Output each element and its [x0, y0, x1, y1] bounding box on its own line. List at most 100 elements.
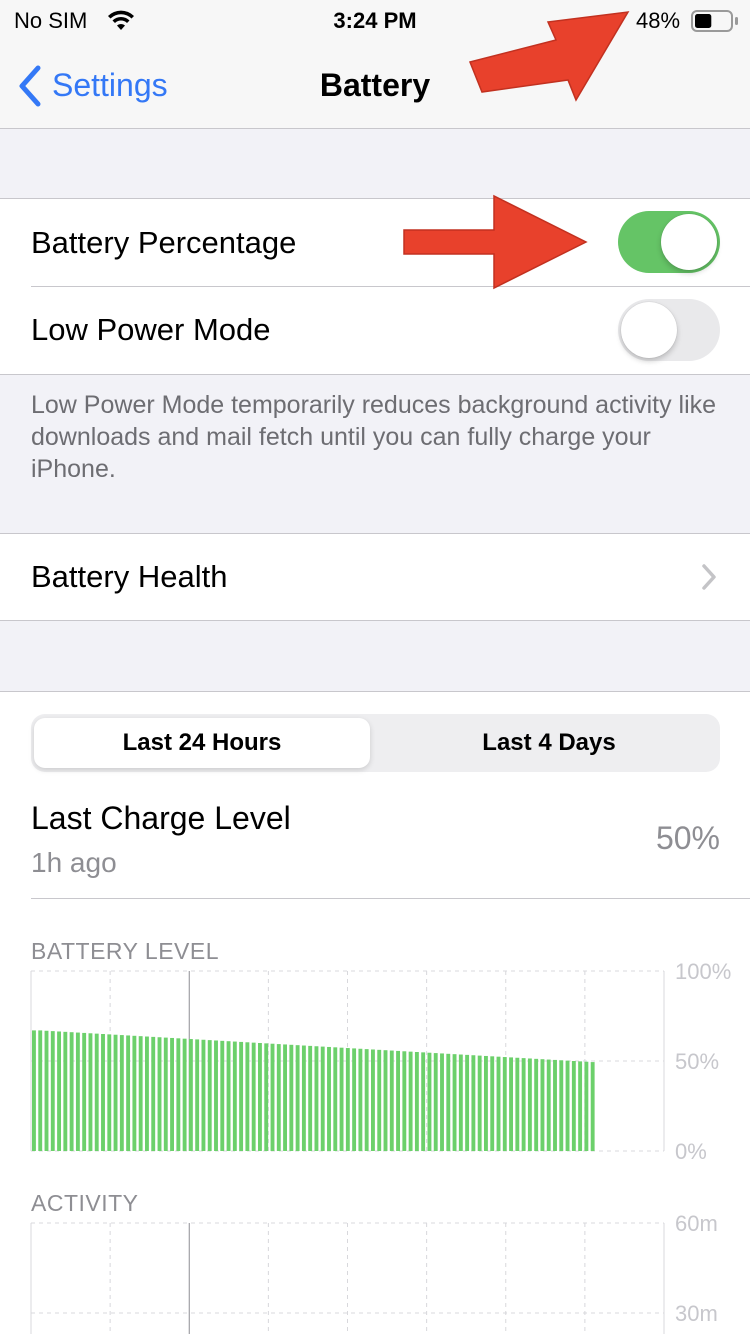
battery-level-bar	[333, 1047, 338, 1151]
battery-settings-group: Battery Percentage Low Power Mode	[0, 198, 750, 375]
battery-level-bar	[509, 1057, 513, 1151]
battery-level-bar	[383, 1050, 388, 1151]
battery-level-bar	[232, 1041, 237, 1151]
tab-last-24-hours[interactable]: Last 24 Hours	[34, 718, 370, 768]
battery-level-bar	[239, 1041, 244, 1151]
battery-level-bar	[440, 1053, 444, 1151]
battery-level-bar	[201, 1039, 206, 1151]
toggle-knob	[621, 302, 677, 358]
battery-level-bar	[101, 1034, 105, 1151]
activity-chart: 60m 30m	[30, 1211, 718, 1334]
battery-level-bar	[75, 1032, 80, 1151]
battery-level-bar	[157, 1037, 162, 1151]
battery-level-bar	[226, 1041, 231, 1151]
last-charge-value: 50%	[655, 820, 720, 856]
battery-level-bar	[339, 1047, 344, 1151]
battery-level-bar	[515, 1057, 520, 1151]
battery-level-bar	[584, 1061, 589, 1151]
battery-level-bar	[371, 1049, 375, 1151]
battery-percent-label: 48%	[636, 8, 681, 33]
battery-level-bar	[427, 1052, 432, 1151]
battery-level-chart: 100% 50% 0%	[30, 960, 731, 1164]
battery-health-label: Battery Health	[31, 559, 228, 594]
battery-level-bar	[126, 1035, 131, 1151]
battery-level-bar	[44, 1030, 49, 1151]
battery-level-bar	[276, 1044, 281, 1151]
battery-percentage-toggle[interactable]	[618, 211, 720, 273]
battery-level-bar	[251, 1042, 256, 1151]
battery-level-bar	[195, 1039, 200, 1151]
battery-level-bar	[308, 1045, 313, 1151]
battery-level-bar	[82, 1032, 87, 1151]
y-tick-label: 30m	[675, 1301, 718, 1326]
low-power-mode-toggle[interactable]	[618, 299, 720, 361]
toggle-knob	[661, 214, 717, 270]
low-power-mode-description: Low Power Mode temporarily reduces backg…	[31, 391, 717, 483]
battery-level-bar	[214, 1040, 218, 1151]
battery-level-bar	[345, 1048, 350, 1151]
last-charge-time: 1h ago	[31, 847, 117, 878]
time-range-segmented-control: Last 24 Hours Last 4 Days	[31, 714, 720, 772]
battery-level-bar	[534, 1058, 539, 1151]
battery-icon	[691, 10, 739, 37]
battery-level-bar	[484, 1055, 488, 1151]
battery-level-bar	[283, 1044, 287, 1151]
battery-level-bar	[32, 1030, 36, 1151]
battery-level-bar	[176, 1038, 181, 1151]
battery-level-bar	[477, 1055, 482, 1151]
battery-level-bar	[496, 1056, 501, 1151]
battery-level-bar	[163, 1037, 168, 1151]
battery-percentage-label: Battery Percentage	[31, 225, 297, 260]
battery-level-bar	[377, 1049, 382, 1151]
battery-level-bar	[402, 1051, 407, 1151]
battery-level-bar	[327, 1046, 331, 1151]
battery-level-bar	[364, 1049, 369, 1151]
battery-level-bar	[88, 1033, 93, 1151]
battery-level-bar	[295, 1045, 300, 1151]
battery-level-bar	[258, 1043, 262, 1151]
battery-level-bar	[578, 1061, 583, 1151]
battery-level-bar	[69, 1032, 74, 1151]
chevron-right-icon	[700, 563, 718, 596]
battery-level-bar	[220, 1040, 225, 1151]
battery-level-bar	[408, 1051, 413, 1151]
battery-level-bar	[559, 1060, 564, 1151]
battery-level-bar	[38, 1030, 43, 1151]
battery-level-bar	[113, 1034, 118, 1151]
battery-level-bar	[320, 1046, 325, 1151]
tab-last-4-days[interactable]: Last 4 Days	[381, 718, 717, 768]
battery-level-bar	[452, 1054, 457, 1151]
battery-level-bar	[490, 1056, 495, 1151]
section-separator	[31, 898, 750, 899]
battery-level-bar	[590, 1062, 595, 1151]
last-charge-label: Last Charge Level	[31, 800, 291, 836]
battery-level-bar	[540, 1059, 545, 1151]
battery-level-bar	[132, 1035, 137, 1151]
annotation-arrow-icon	[403, 194, 588, 290]
battery-level-bar	[107, 1034, 112, 1151]
battery-level-bar	[151, 1036, 156, 1151]
battery-health-row[interactable]: Battery Health	[0, 533, 750, 621]
battery-level-bar	[458, 1054, 463, 1151]
battery-level-bar	[352, 1048, 357, 1151]
battery-level-bar	[94, 1033, 99, 1151]
battery-level-bar	[314, 1046, 319, 1151]
battery-level-bar	[521, 1058, 526, 1151]
battery-level-bar	[553, 1059, 557, 1151]
low-power-mode-row: Low Power Mode	[0, 287, 750, 374]
battery-level-bar	[396, 1050, 400, 1151]
y-tick-label: 100%	[675, 960, 731, 984]
battery-level-bar	[414, 1052, 419, 1151]
battery-level-bar	[50, 1031, 55, 1151]
battery-level-bar	[421, 1052, 426, 1151]
battery-level-bar	[145, 1036, 149, 1151]
battery-level-bar	[471, 1055, 476, 1151]
battery-percentage-row: Battery Percentage	[0, 199, 750, 286]
battery-level-bar	[546, 1059, 551, 1151]
battery-level-bar	[301, 1045, 306, 1151]
battery-level-bar	[565, 1060, 570, 1151]
y-tick-label: 0%	[675, 1139, 707, 1164]
battery-level-bar	[502, 1057, 507, 1151]
battery-level-bar	[182, 1038, 187, 1151]
y-tick-label: 60m	[675, 1211, 718, 1236]
